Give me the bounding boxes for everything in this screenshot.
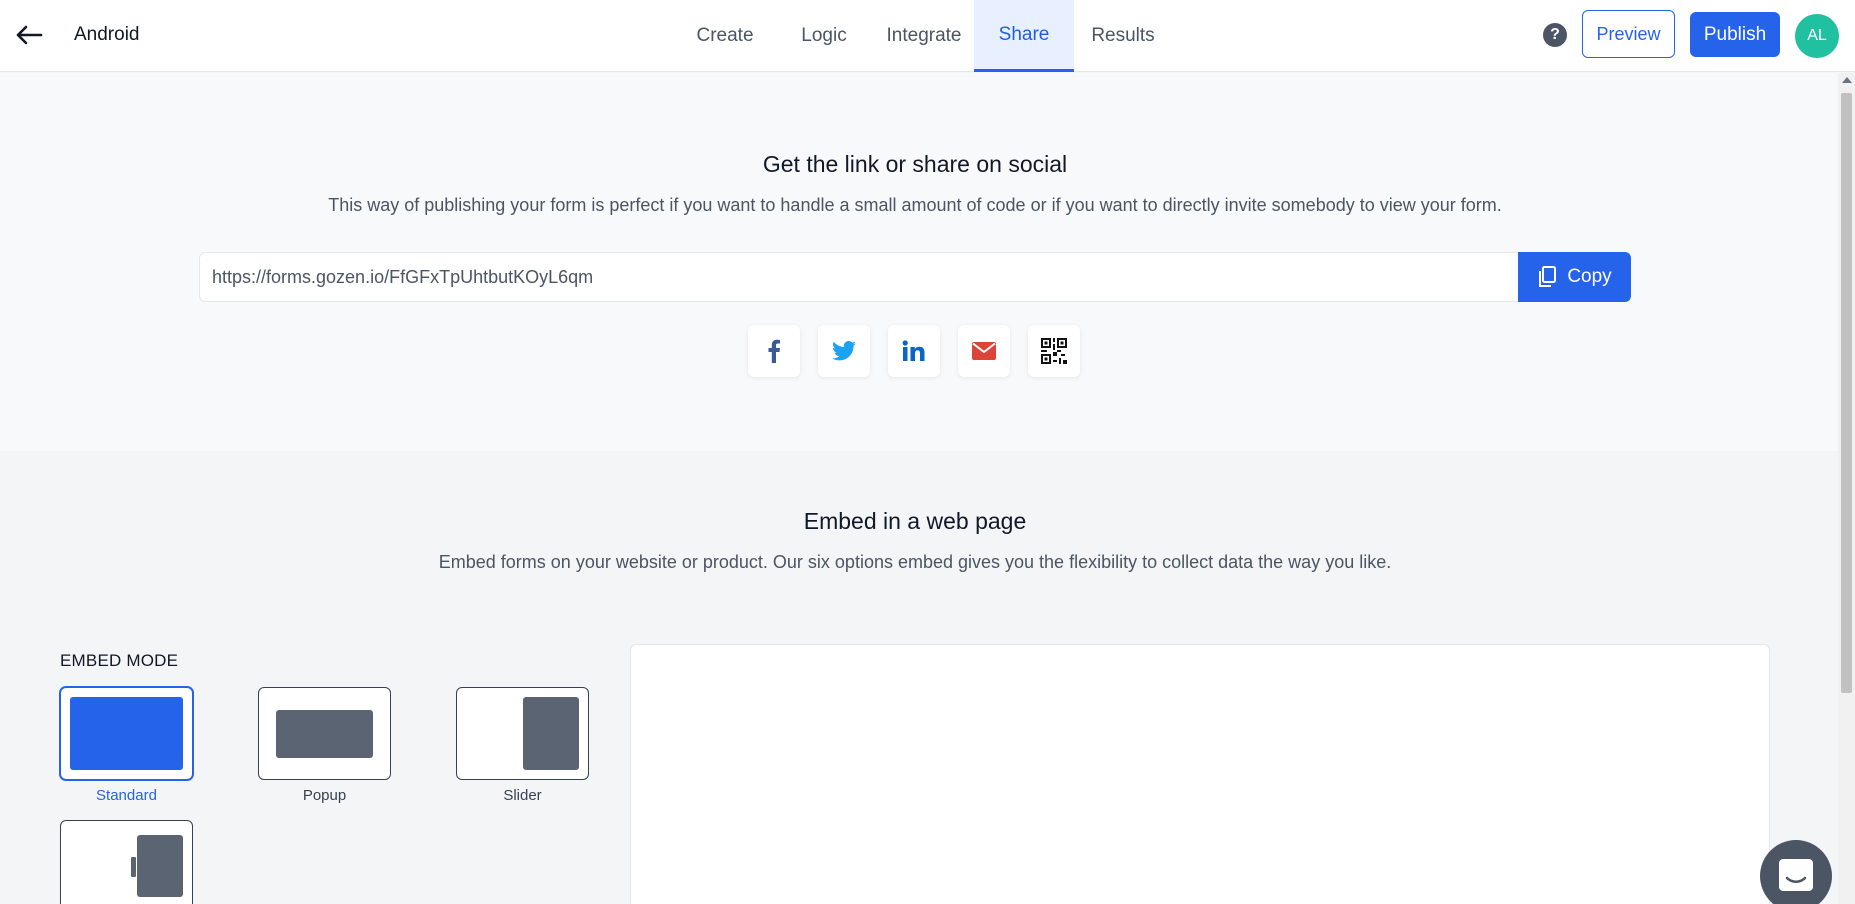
embed-mode-side-tab[interactable] (60, 820, 193, 904)
embed-section: Embed in a web page Embed forms on your … (0, 451, 1838, 904)
embed-mode-slider[interactable] (456, 687, 589, 780)
tab-integrate[interactable]: Integrate (875, 0, 973, 72)
embed-mode-popup[interactable] (258, 687, 391, 780)
tab-share[interactable]: Share (974, 0, 1074, 72)
copy-icon (1539, 266, 1557, 287)
tab-logic[interactable]: Logic (778, 0, 870, 72)
linkedin-icon[interactable] (888, 325, 940, 377)
preview-button[interactable]: Preview (1582, 10, 1675, 58)
embed-mode-standard-label: Standard (96, 787, 157, 804)
scroll-up-icon[interactable] (1842, 77, 1852, 83)
tab-bar: Create Logic Integrate Share Results (0, 0, 1855, 72)
publish-button[interactable]: Publish (1690, 12, 1780, 57)
avatar[interactable]: AL (1795, 14, 1839, 58)
side-tab-handle (131, 857, 136, 877)
embed-preview-panel (630, 644, 1770, 904)
email-icon[interactable] (958, 325, 1010, 377)
embed-mode-slider-label: Slider (503, 787, 542, 804)
qr-code-icon[interactable] (1028, 325, 1080, 377)
share-description: This way of publishing your form is perf… (328, 195, 1502, 215)
page-scrollbar[interactable] (1838, 73, 1855, 904)
embed-mode-popup-label: Popup (302, 787, 347, 804)
copy-button[interactable]: Copy (1518, 252, 1631, 302)
embed-mode-standard[interactable] (60, 687, 193, 780)
tab-results[interactable]: Results (1080, 0, 1166, 72)
popup-mode-thumbnail (276, 710, 373, 758)
slider-mode-thumbnail (523, 697, 579, 770)
embed-title: Embed in a web page (803, 508, 1027, 534)
top-bar: Android Create Logic Integrate Share Res… (0, 0, 1855, 72)
copy-label: Copy (1567, 266, 1612, 287)
share-link-section: Get the link or share on social This way… (0, 73, 1838, 451)
twitter-icon[interactable] (818, 325, 870, 377)
standard-mode-thumbnail (70, 697, 183, 770)
side-tab-mode-thumbnail (137, 835, 183, 897)
embed-description: Embed forms on your website or product. … (438, 552, 1392, 572)
embed-mode-heading: EMBED MODE (60, 651, 179, 670)
form-url-field[interactable] (199, 252, 1519, 302)
chat-icon (1779, 859, 1813, 891)
chat-widget-button[interactable] (1760, 840, 1832, 904)
share-title: Get the link or share on social (762, 151, 1068, 177)
tab-create[interactable]: Create (680, 0, 770, 72)
scrollbar-thumb[interactable] (1841, 93, 1852, 693)
facebook-icon[interactable] (748, 325, 800, 377)
help-icon[interactable]: ? (1543, 23, 1567, 47)
